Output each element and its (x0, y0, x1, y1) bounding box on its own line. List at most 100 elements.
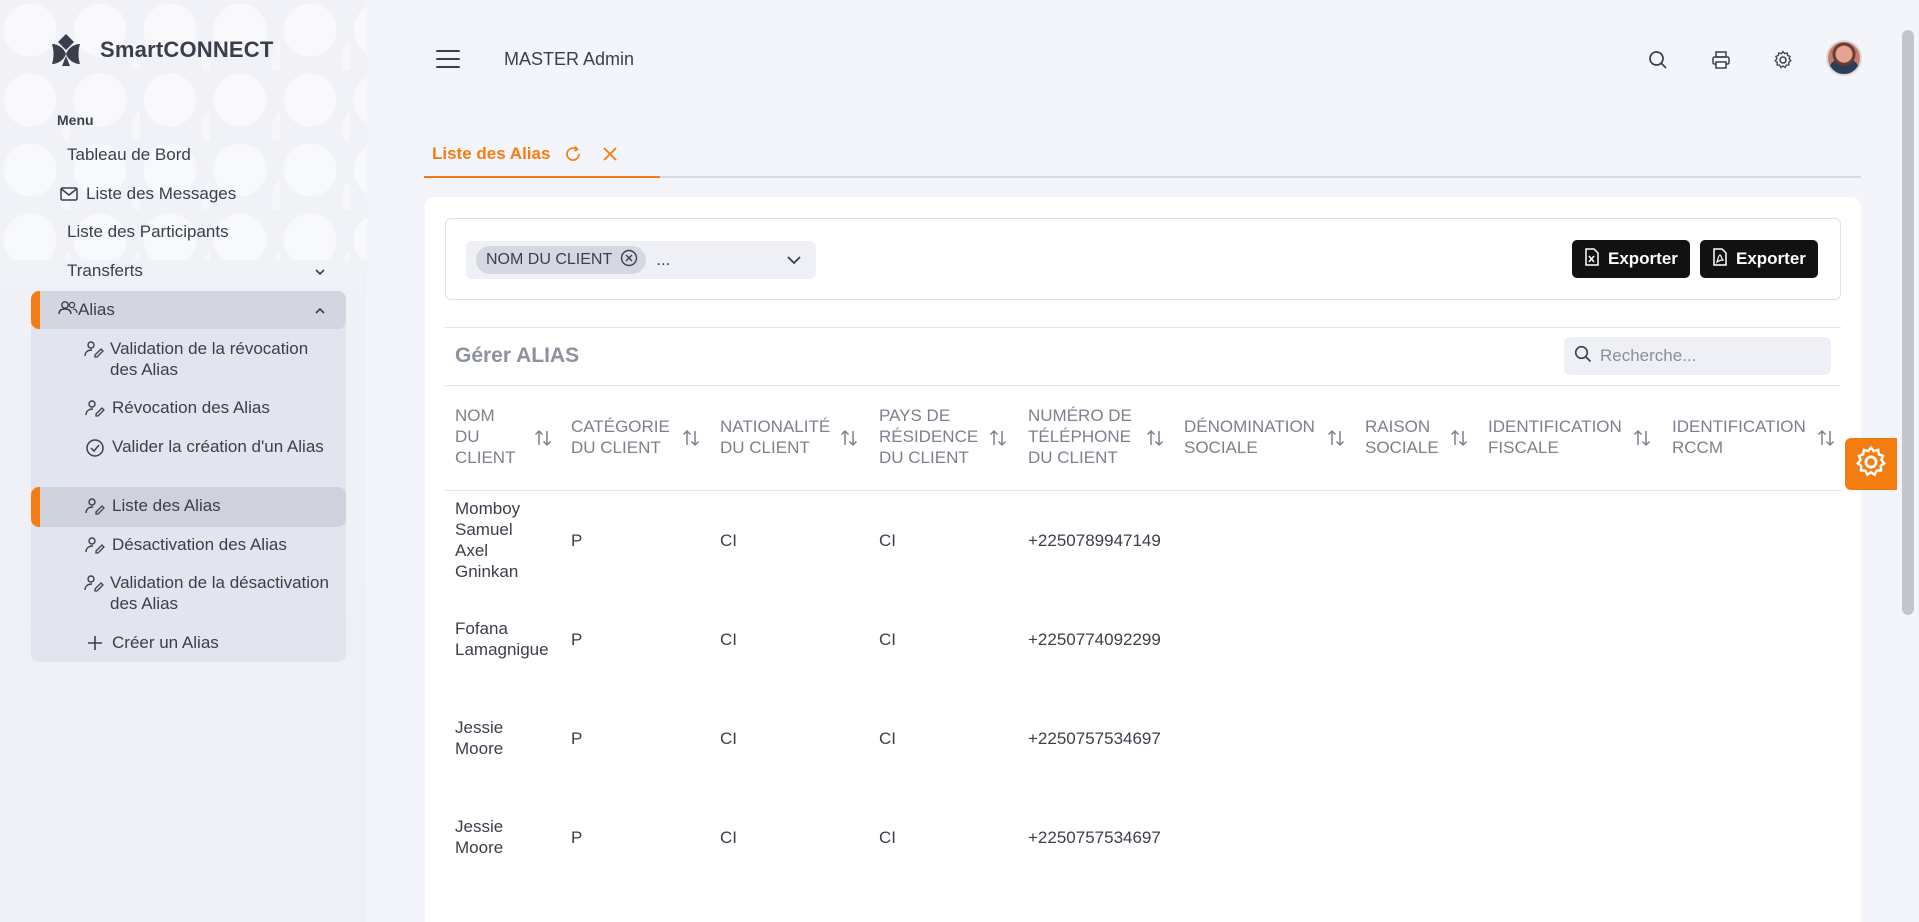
brand[interactable]: SmartCONNECT (44, 32, 274, 68)
cell-pays: CI (879, 630, 896, 649)
cell-telephone: +2250757534697 (1028, 729, 1161, 748)
sort-icon[interactable] (1632, 428, 1652, 453)
sort-icon[interactable] (839, 428, 859, 453)
plus-icon (84, 632, 106, 652)
avatar[interactable] (1826, 40, 1862, 76)
header-line: CLIENT (455, 448, 516, 467)
cell-nom: Jessie Moore (455, 717, 503, 759)
column-header-nationalite[interactable]: NATIONALITÉ DU CLIENT (720, 416, 830, 458)
sidebar-subitem-validation-desactivation[interactable]: Validation de la désactivation des Alias (84, 572, 334, 614)
user-edit-icon (84, 495, 106, 515)
column-header-categorie[interactable]: CATÉGORIE DU CLIENT (571, 416, 670, 458)
sort-icon[interactable] (681, 428, 701, 453)
header-line: FISCALE (1488, 438, 1559, 457)
gear-icon (1854, 445, 1888, 484)
theme-settings-button[interactable] (1845, 438, 1897, 490)
header-line: SOCIALE (1184, 438, 1258, 457)
header-line: IDENTIFICATION (1672, 417, 1806, 436)
header-line: NOM (455, 406, 495, 425)
sort-icon[interactable] (1326, 428, 1346, 453)
cell-nationalite: CI (720, 531, 737, 550)
sidebar-item-label: Transferts (67, 261, 143, 280)
header-line: RCCM (1672, 438, 1723, 457)
sidebar-item-transferts[interactable]: Transferts (31, 252, 346, 290)
remove-chip-icon[interactable] (620, 249, 638, 272)
tab-liste-des-alias[interactable]: Liste des Alias (424, 132, 660, 178)
sidebar-subitem-revocation[interactable]: Révocation des Alias (84, 397, 334, 418)
header-line: DÉNOMINATION (1184, 417, 1315, 436)
column-header-nom-client[interactable]: NOM DU CLIENT (455, 405, 515, 468)
sidebar-subitem-valider-creation[interactable]: Valider la création d'un Alias (84, 436, 334, 458)
column-header-raison-sociale[interactable]: RAISON SOCIALE (1365, 416, 1439, 458)
close-icon[interactable] (602, 146, 618, 162)
cell-telephone: +2250774092299 (1028, 630, 1161, 649)
cell-categorie: P (571, 630, 583, 649)
mail-icon (58, 187, 80, 201)
sidebar-item-messages[interactable]: Liste des Messages (31, 175, 346, 213)
sidebar-subitem-label: Désactivation des Alias (112, 535, 287, 554)
column-header-identification-fiscale[interactable]: IDENTIFICATION FISCALE (1488, 416, 1622, 458)
sidebar-subitem-label: Valider la création d'un Alias (112, 437, 324, 456)
cell-categorie: P (571, 828, 583, 847)
refresh-icon[interactable] (564, 145, 582, 163)
sort-icon[interactable] (988, 428, 1008, 453)
chevron-down-icon[interactable] (786, 252, 802, 270)
cell-line: Jessie (455, 817, 504, 836)
chevron-up-icon (314, 300, 326, 320)
scrollbar-thumb[interactable] (1902, 30, 1914, 615)
export-excel-label: Exporter (1608, 249, 1678, 268)
gear-icon[interactable] (1769, 46, 1797, 74)
users-icon (58, 300, 78, 321)
sidebar-item-participants[interactable]: Liste des Participants (31, 213, 346, 251)
sidebar-item-alias[interactable]: Alias (31, 291, 346, 329)
cell-pays: CI (879, 729, 896, 748)
sidebar-item-tableau-de-bord[interactable]: Tableau de Bord (31, 136, 346, 174)
breadcrumb: MASTER Admin (504, 49, 635, 69)
header-line: DU CLIENT (571, 438, 661, 457)
sort-icon[interactable] (1145, 428, 1165, 453)
cell-nationalite: CI (720, 729, 737, 748)
search-input[interactable] (1600, 346, 1820, 366)
section-divider (445, 327, 1841, 328)
brand-logo-icon (44, 32, 88, 68)
header-line: NUMÉRO DE (1028, 406, 1132, 425)
column-header-identification-rccm[interactable]: IDENTIFICATION RCCM (1672, 416, 1806, 458)
sort-icon[interactable] (1449, 428, 1469, 453)
cell-nationalite: CI (720, 828, 737, 847)
sort-icon[interactable] (1816, 428, 1836, 453)
column-header-pays-residence[interactable]: PAYS DE RÉSIDENCE DU CLIENT (879, 405, 978, 468)
cell-telephone: +2250757534697 (1028, 828, 1161, 847)
export-pdf-button[interactable]: Exporter (1700, 240, 1818, 278)
sidebar-subitem-label: Créer un Alias (112, 633, 219, 652)
brand-name: SmartCONNECT (100, 37, 274, 62)
excel-file-icon (1584, 247, 1600, 271)
header-line: DU (455, 427, 480, 446)
sidebar-subitem-label: Validation de la révocation des Alias (110, 339, 309, 379)
cell-line: Axel (455, 541, 489, 560)
header-line: DU CLIENT (879, 448, 969, 467)
cell-line: Lamagnigue (455, 640, 549, 659)
sidebar-subitem-desactivation[interactable]: Désactivation des Alias (84, 534, 334, 555)
active-indicator (31, 291, 40, 329)
sidebar-subitem-validation-revocation[interactable]: Validation de la révocation des Alias (84, 338, 334, 380)
sidebar-subitem-creer-alias[interactable]: Créer un Alias (84, 632, 334, 653)
sort-icon[interactable] (533, 428, 553, 453)
cell-pays: CI (879, 531, 896, 550)
column-header-denomination[interactable]: DÉNOMINATION SOCIALE (1184, 416, 1315, 458)
active-indicator (31, 487, 40, 527)
sidebar-subitem-label: Validation de la désactivation des Alias (110, 573, 329, 613)
search-icon[interactable] (1644, 46, 1672, 74)
menu-toggle-icon[interactable] (436, 50, 460, 70)
export-excel-button[interactable]: Exporter (1572, 240, 1690, 278)
sidebar-subitem-liste-alias[interactable]: Liste des Alias (84, 495, 334, 516)
printer-icon[interactable] (1707, 46, 1735, 74)
sidebar-item-label: Liste des Messages (86, 184, 237, 203)
table-search[interactable] (1564, 337, 1831, 375)
menu-title: Menu (57, 112, 94, 128)
table-header-top-border (445, 385, 1841, 386)
column-filter-select[interactable]: NOM DU CLIENT ... (466, 241, 816, 279)
user-edit-icon (84, 397, 106, 417)
column-header-telephone[interactable]: NUMÉRO DE TÉLÉPHONE DU CLIENT (1028, 405, 1132, 468)
cell-line: Moore (455, 838, 504, 857)
filter-chip[interactable]: NOM DU CLIENT (476, 246, 647, 274)
